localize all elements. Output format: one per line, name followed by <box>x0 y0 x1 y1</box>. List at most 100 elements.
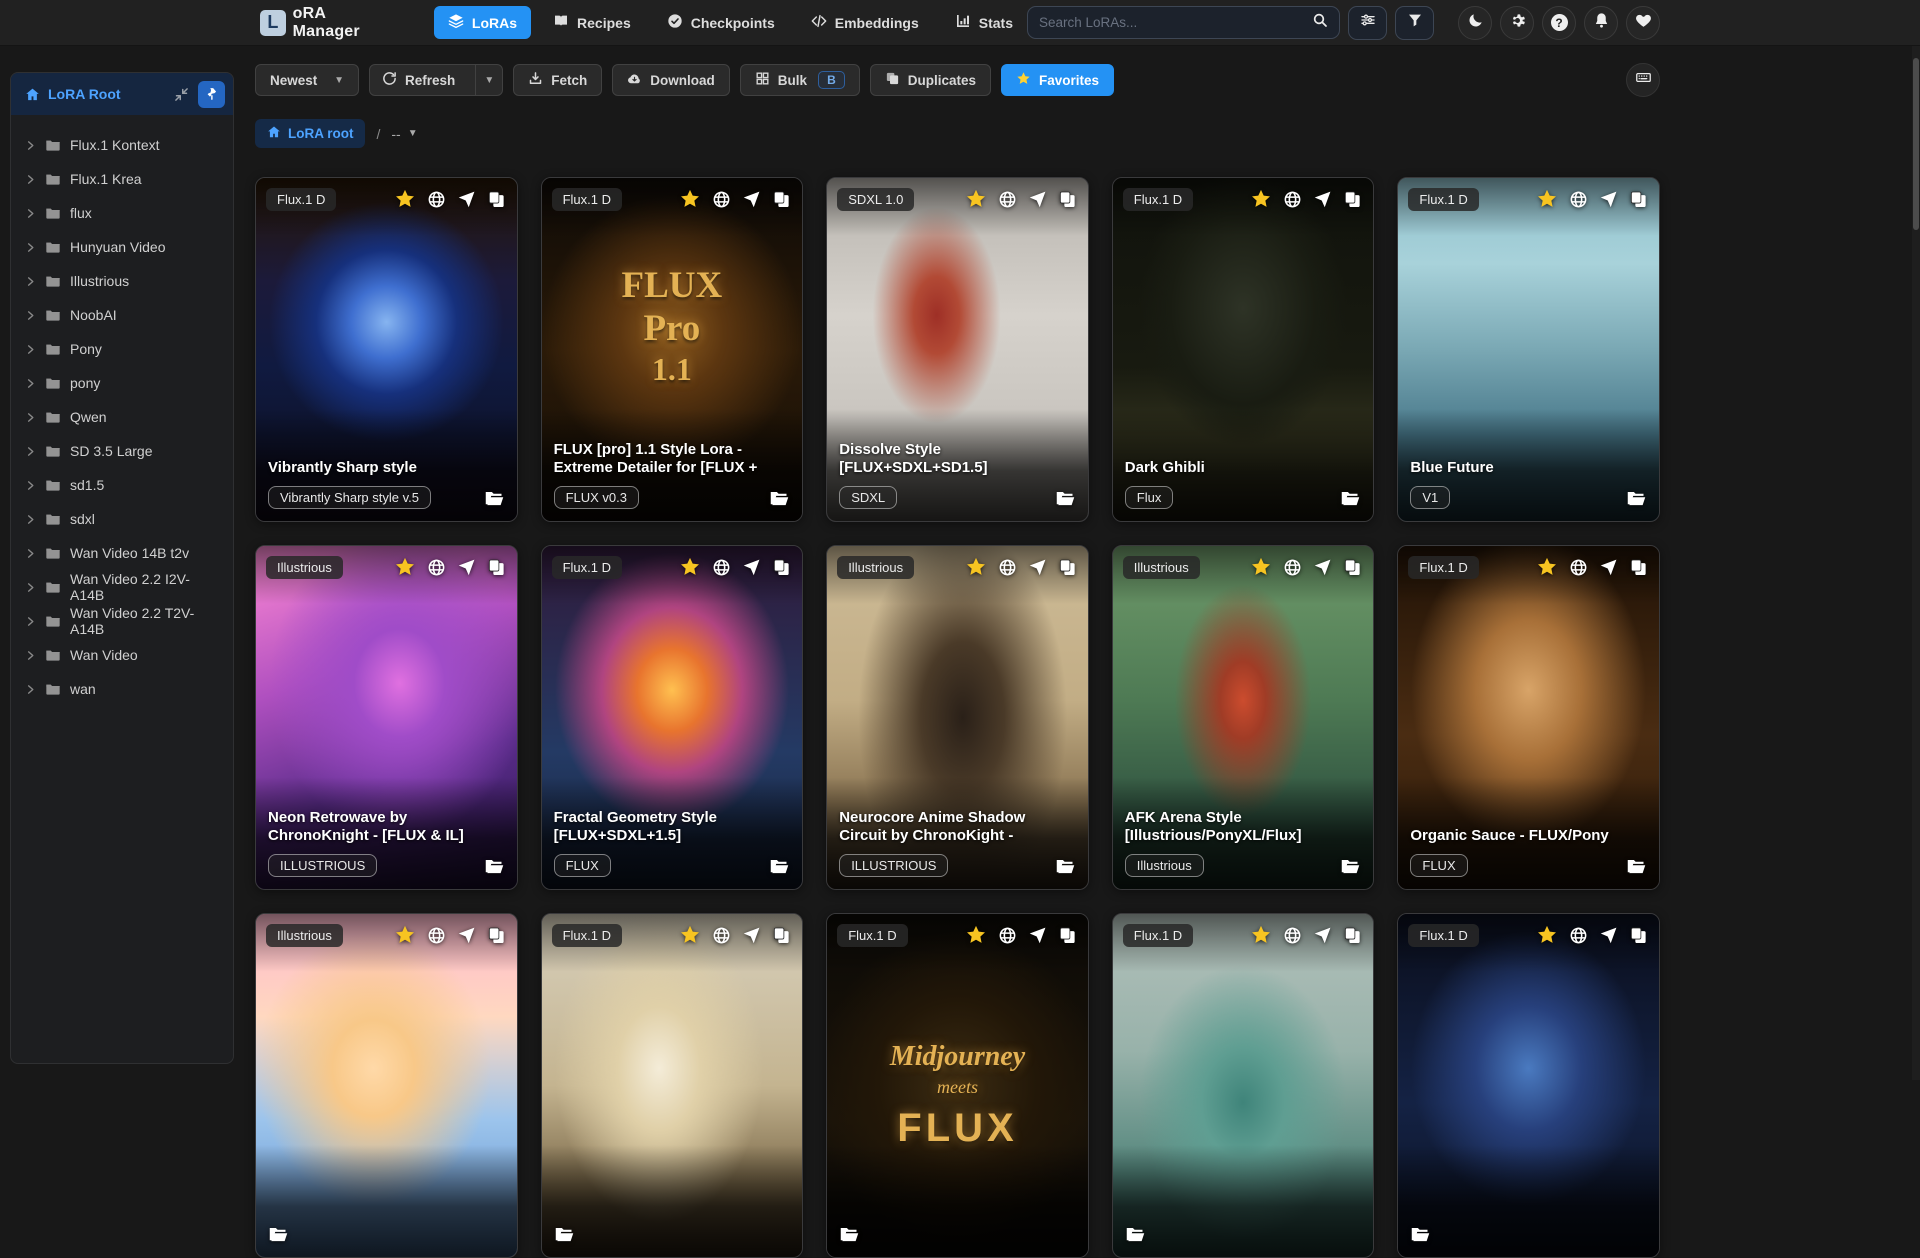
open-folder-icon[interactable] <box>1340 488 1361 509</box>
globe-icon[interactable] <box>427 190 446 209</box>
sort-options-button[interactable] <box>1348 6 1387 40</box>
sidebar-folder-item[interactable]: sd1.5 <box>11 468 233 502</box>
globe-icon[interactable] <box>1283 558 1302 577</box>
favorites-filter-button[interactable]: Favorites <box>1001 64 1114 96</box>
open-folder-icon[interactable] <box>554 1224 575 1245</box>
globe-icon[interactable] <box>712 190 731 209</box>
send-icon[interactable] <box>457 190 476 209</box>
send-icon[interactable] <box>1313 558 1332 577</box>
send-icon[interactable] <box>457 926 476 945</box>
copy-icon[interactable] <box>1343 558 1362 577</box>
send-icon[interactable] <box>1313 926 1332 945</box>
open-folder-icon[interactable] <box>769 856 790 877</box>
lora-card[interactable]: Illustrious Neurocore Anime Shadow Circu… <box>826 545 1089 890</box>
globe-icon[interactable] <box>1569 926 1588 945</box>
chevron-right-icon[interactable] <box>25 650 36 661</box>
favorite-star-icon[interactable] <box>965 924 987 946</box>
send-icon[interactable] <box>742 190 761 209</box>
globe-icon[interactable] <box>998 558 1017 577</box>
lora-card[interactable]: Flux.1 D Dark Ghibli Flux <box>1112 177 1375 522</box>
sidebar-folder-item[interactable]: NoobAI <box>11 298 233 332</box>
sidebar-root-label[interactable]: LoRA Root <box>48 86 121 102</box>
chevron-right-icon[interactable] <box>25 378 36 389</box>
lora-card[interactable]: Illustrious AFK Arena Style [Illustrious… <box>1112 545 1375 890</box>
send-icon[interactable] <box>457 558 476 577</box>
sidebar-folder-item[interactable]: Hunyuan Video <box>11 230 233 264</box>
sidebar-folder-item[interactable]: Qwen <box>11 400 233 434</box>
chevron-right-icon[interactable] <box>25 548 36 559</box>
sidebar-folder-item[interactable]: Wan Video 2.2 I2V-A14B <box>11 570 233 604</box>
open-folder-icon[interactable] <box>484 488 505 509</box>
open-folder-icon[interactable] <box>268 1224 289 1245</box>
open-folder-icon[interactable] <box>1125 1224 1146 1245</box>
nav-tab-embeddings[interactable]: Embeddings <box>797 6 933 39</box>
chevron-right-icon[interactable] <box>25 174 36 185</box>
globe-icon[interactable] <box>998 190 1017 209</box>
breadcrumb-root[interactable]: LoRA root <box>255 119 365 148</box>
sidebar-folder-item[interactable]: flux <box>11 196 233 230</box>
send-icon[interactable] <box>1599 926 1618 945</box>
chevron-right-icon[interactable] <box>25 616 36 627</box>
favorite-star-icon[interactable] <box>1250 924 1272 946</box>
chevron-right-icon[interactable] <box>25 446 36 457</box>
send-icon[interactable] <box>1599 558 1618 577</box>
chevron-right-icon[interactable] <box>25 480 36 491</box>
open-folder-icon[interactable] <box>1340 856 1361 877</box>
support-button[interactable] <box>1626 6 1660 40</box>
scrollbar-thumb[interactable] <box>1913 58 1919 230</box>
chevron-right-icon[interactable] <box>25 582 36 593</box>
lora-card[interactable]: MidjourneymeetsFLUX Flux.1 D <box>826 913 1089 1258</box>
copy-icon[interactable] <box>1058 926 1077 945</box>
open-folder-icon[interactable] <box>1410 1224 1431 1245</box>
duplicates-button[interactable]: Duplicates <box>870 64 991 96</box>
open-folder-icon[interactable] <box>1055 856 1076 877</box>
copy-icon[interactable] <box>487 558 506 577</box>
lora-card[interactable]: Flux.1 D Organic Sauce - FLUX/Pony FLUX <box>1397 545 1660 890</box>
chevron-right-icon[interactable] <box>25 242 36 253</box>
chevron-right-icon[interactable] <box>25 412 36 423</box>
sidebar-folder-item[interactable]: Flux.1 Krea <box>11 162 233 196</box>
favorite-star-icon[interactable] <box>1250 188 1272 210</box>
open-folder-icon[interactable] <box>839 1224 860 1245</box>
lora-card[interactable]: SDXL 1.0 Dissolve Style [FLUX+SDXL+SD1.5… <box>826 177 1089 522</box>
sidebar-folder-item[interactable]: Wan Video <box>11 638 233 672</box>
search-input[interactable] <box>1039 15 1312 30</box>
sidebar-folder-item[interactable]: pony <box>11 366 233 400</box>
sidebar-folder-item[interactable]: Wan Video 14B t2v <box>11 536 233 570</box>
refresh-button[interactable]: Refresh <box>370 65 467 95</box>
app-logo[interactable]: L oRA Manager <box>260 5 396 41</box>
help-button[interactable]: ? <box>1542 6 1576 40</box>
globe-icon[interactable] <box>427 926 446 945</box>
copy-icon[interactable] <box>1343 190 1362 209</box>
favorite-star-icon[interactable] <box>965 188 987 210</box>
fetch-button[interactable]: Fetch <box>513 64 602 96</box>
open-folder-icon[interactable] <box>1626 488 1647 509</box>
chevron-right-icon[interactable] <box>25 514 36 525</box>
settings-button[interactable] <box>1500 6 1534 40</box>
copy-icon[interactable] <box>487 190 506 209</box>
globe-icon[interactable] <box>1283 190 1302 209</box>
copy-icon[interactable] <box>487 926 506 945</box>
globe-icon[interactable] <box>998 926 1017 945</box>
lora-card[interactable]: FLUXPro1.1 Flux.1 D FLUX [pro] 1.1 Style… <box>541 177 804 522</box>
nav-tab-checkpoints[interactable]: Checkpoints <box>653 6 789 39</box>
pin-sidebar-button[interactable] <box>198 81 225 108</box>
sidebar-folder-item[interactable]: wan <box>11 672 233 706</box>
lora-card[interactable]: Flux.1 D <box>541 913 804 1258</box>
chevron-right-icon[interactable] <box>25 276 36 287</box>
open-folder-icon[interactable] <box>1055 488 1076 509</box>
favorite-star-icon[interactable] <box>965 556 987 578</box>
theme-toggle-button[interactable] <box>1458 6 1492 40</box>
favorite-star-icon[interactable] <box>679 924 701 946</box>
nav-tab-loras[interactable]: LoRAs <box>434 6 531 39</box>
favorite-star-icon[interactable] <box>1536 924 1558 946</box>
favorite-star-icon[interactable] <box>394 556 416 578</box>
globe-icon[interactable] <box>1283 926 1302 945</box>
lora-card[interactable]: Flux.1 D <box>1112 913 1375 1258</box>
sidebar-header[interactable]: LoRA Root <box>11 73 233 115</box>
favorite-star-icon[interactable] <box>679 188 701 210</box>
chevron-right-icon[interactable] <box>25 208 36 219</box>
sidebar-folder-item[interactable]: Wan Video 2.2 T2V-A14B <box>11 604 233 638</box>
copy-icon[interactable] <box>1629 558 1648 577</box>
send-icon[interactable] <box>1028 190 1047 209</box>
